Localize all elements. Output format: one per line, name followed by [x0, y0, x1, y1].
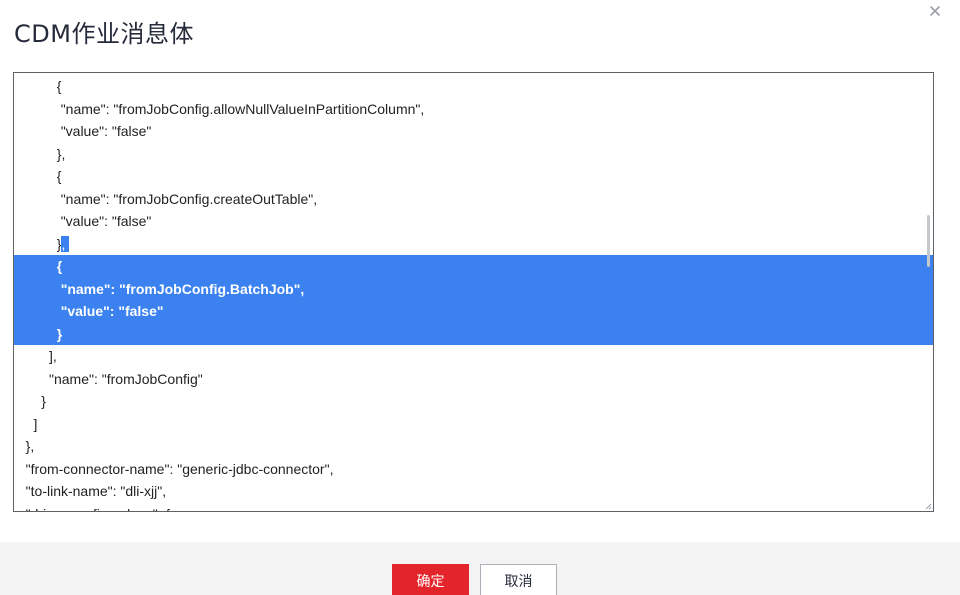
code-line: },: [14, 233, 933, 256]
code-line-text: },: [56, 145, 66, 162]
code-line-text: {: [56, 78, 62, 94]
code-line-text: "to-link-name": "dli-xjj",: [25, 483, 167, 499]
code-line: "name": "fromJobConfig.createOutTable",: [14, 188, 933, 211]
code-line: "from-connector-name": "generic-jdbc-con…: [14, 458, 933, 481]
code-line-text: }: [56, 325, 63, 342]
code-line: }: [14, 390, 933, 413]
code-line: "value": "false": [14, 300, 933, 323]
code-line-text: "name": "fromJobConfig": [49, 370, 203, 387]
resize-grip-icon[interactable]: [925, 503, 932, 510]
code-line-text: "from-connector-name": "generic-jdbc-con…: [25, 460, 334, 477]
code-line-text: "name": "fromJobConfig.BatchJob",: [60, 280, 305, 297]
code-line: "name": "fromJobConfig.allowNullValueInP…: [14, 98, 933, 121]
code-line: },: [14, 143, 933, 166]
code-line: {: [14, 75, 933, 98]
code-line-text: {: [56, 258, 63, 274]
code-line-text: "value": "false": [60, 123, 152, 139]
code-line-text: {: [56, 168, 62, 184]
code-line: ],: [14, 345, 933, 368]
code-line: "driver-config-values": {: [14, 503, 933, 512]
code-line-text: }: [41, 393, 46, 409]
code-line: "name": "fromJobConfig.BatchJob",: [14, 277, 933, 300]
confirm-button[interactable]: 确定: [392, 564, 469, 595]
code-line: ]: [14, 413, 933, 436]
code-line: "value": "false": [14, 210, 933, 233]
code-line-text: "name": "fromJobConfig.allowNullValueInP…: [60, 100, 425, 117]
code-line: "to-link-name": "dli-xjj",: [14, 480, 933, 503]
dialog-title: CDM作业消息体: [14, 20, 194, 48]
cdm-job-message-dialog: CDM作业消息体 { "name": "fromJobConfig.allowN…: [0, 0, 960, 595]
code-line-text: "name": "fromJobConfig.createOutTable",: [60, 190, 318, 207]
code-line-text: "value": "false": [60, 213, 152, 229]
code-line: {: [14, 255, 933, 278]
code-line-text: },: [25, 438, 35, 454]
code-line: }: [14, 322, 933, 345]
scrollbar-thumb[interactable]: [927, 215, 930, 267]
code-line-text: "driver-config-values": {: [26, 506, 171, 512]
close-icon[interactable]: [926, 2, 944, 20]
json-body-editor[interactable]: { "name": "fromJobConfig.allowNullValueI…: [13, 72, 934, 512]
code-lines: { "name": "fromJobConfig.allowNullValueI…: [14, 75, 933, 512]
code-line: "value": "false": [14, 120, 933, 143]
code-line: "name": "fromJobConfig": [14, 368, 933, 391]
code-line: },: [14, 435, 933, 458]
code-line: {: [14, 165, 933, 188]
code-line-text: ],: [49, 348, 57, 364]
code-line-text: ]: [33, 415, 38, 432]
code-line-text: },: [56, 235, 70, 252]
cancel-button[interactable]: 取消: [480, 564, 557, 595]
dialog-footer: 确定 取消: [0, 542, 960, 595]
code-line-text: "value": "false": [60, 303, 164, 319]
